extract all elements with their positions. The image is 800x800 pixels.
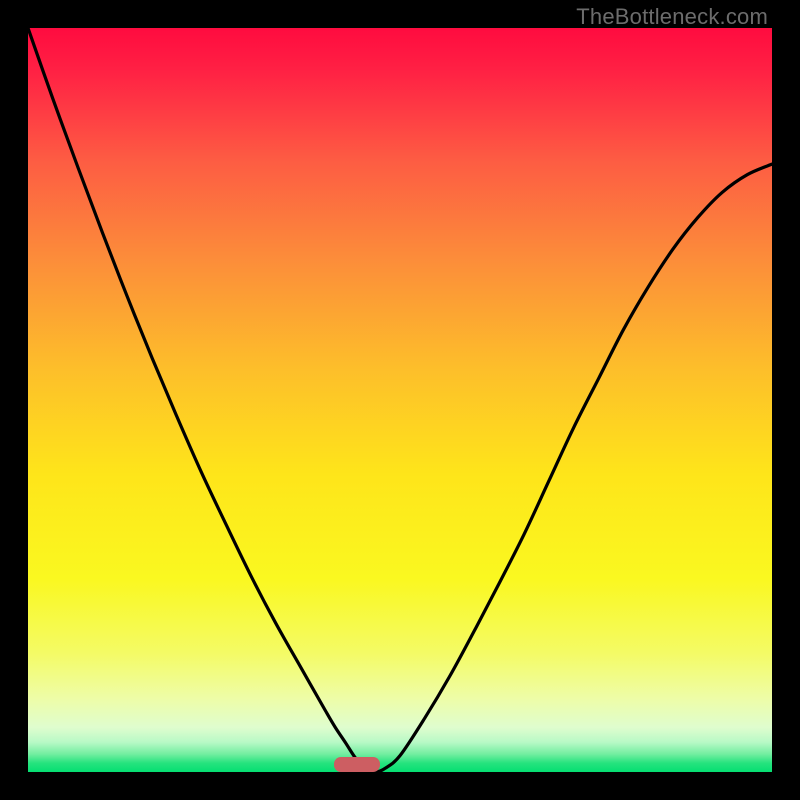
chart-frame: TheBottleneck.com [0,0,800,800]
plot-area [28,28,772,772]
optimal-marker [334,757,380,772]
bottleneck-curve [28,28,772,772]
watermark-text: TheBottleneck.com [576,4,768,30]
